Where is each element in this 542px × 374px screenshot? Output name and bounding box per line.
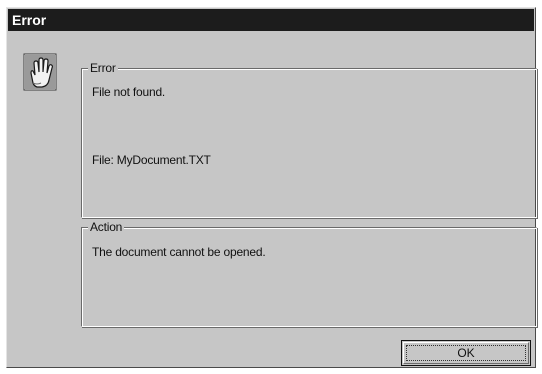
error-message: File not found. [92,85,166,99]
ok-button-focus: OK [406,345,526,361]
dialog-titlebar[interactable]: Error [8,9,534,31]
dialog-title: Error [12,12,47,28]
action-group: Action The document cannot be opened. [81,220,537,327]
stop-hand-icon [23,53,57,93]
error-group-legend: Error [88,61,118,75]
stop-hand-icon-graphic [23,53,57,91]
file-name-text: File: MyDocument.TXT [92,153,211,167]
action-message: The document cannot be opened. [92,245,266,259]
ok-button-label: OK [457,346,475,360]
action-group-legend: Action [88,220,125,234]
error-group: Error File not found. File: MyDocument.T… [81,61,537,218]
error-dialog: Error Error File not found. File: MyDocu… [6,7,537,368]
ok-button[interactable]: OK [401,340,531,366]
